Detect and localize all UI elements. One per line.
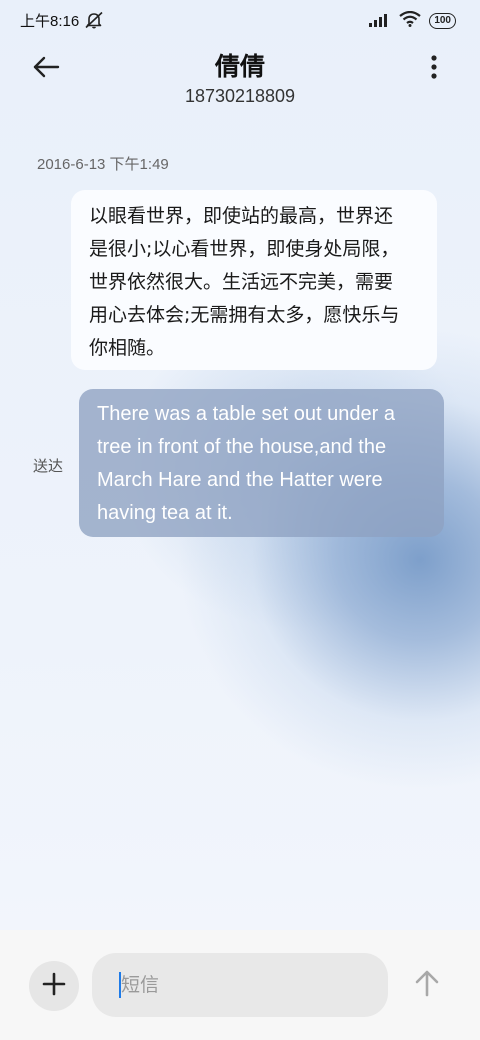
message-line: having tea at it. xyxy=(97,502,233,524)
send-arrow-up-icon xyxy=(414,969,440,1001)
phone-number: 18730218809 xyxy=(184,86,296,106)
message-line: tree in front of the house,and the xyxy=(97,436,387,458)
signal-icon xyxy=(369,12,391,31)
more-vertical-icon xyxy=(430,55,438,83)
contact-name: 倩倩 xyxy=(214,52,265,81)
plus-icon xyxy=(42,972,66,1000)
status-icons: 100 xyxy=(369,10,456,31)
message-line: There was a table set out under a xyxy=(97,403,395,425)
status-time: 上午8:16 xyxy=(20,13,80,30)
message-input-container[interactable] xyxy=(92,953,388,1017)
message-line: 用心去体会;无需拥有太多，愿快乐与 xyxy=(89,304,400,326)
message-timestamp: 2016-6-13 下午1:49 xyxy=(37,156,169,173)
delivery-status: 送达 xyxy=(33,457,64,475)
outgoing-message-bubble[interactable]: There was a table set out under a tree i… xyxy=(79,389,444,537)
message-line: 世界依然很大。生活远不完美，需要 xyxy=(89,271,394,293)
more-options-button[interactable] xyxy=(416,52,452,86)
message-line: 你相随。 xyxy=(89,337,166,359)
message-line: 是很小;以心看世界，即使身处局限， xyxy=(89,238,400,260)
title-container: 倩倩 xyxy=(0,50,480,84)
bell-off-icon xyxy=(84,11,104,29)
wifi-icon xyxy=(399,10,421,31)
battery-icon: 100 xyxy=(429,13,456,29)
incoming-message-bubble[interactable]: 以眼看世界，即使站的最高，世界还 是很小;以心看世界，即使身处局限， 世界依然很… xyxy=(71,190,437,370)
message-line: March Hare and the Hatter were xyxy=(97,469,383,491)
send-button[interactable] xyxy=(408,966,446,1004)
add-attachment-button[interactable] xyxy=(29,961,79,1011)
message-line: 以眼看世界，即使站的最高，世界还 xyxy=(89,205,394,227)
message-input[interactable] xyxy=(121,974,361,996)
